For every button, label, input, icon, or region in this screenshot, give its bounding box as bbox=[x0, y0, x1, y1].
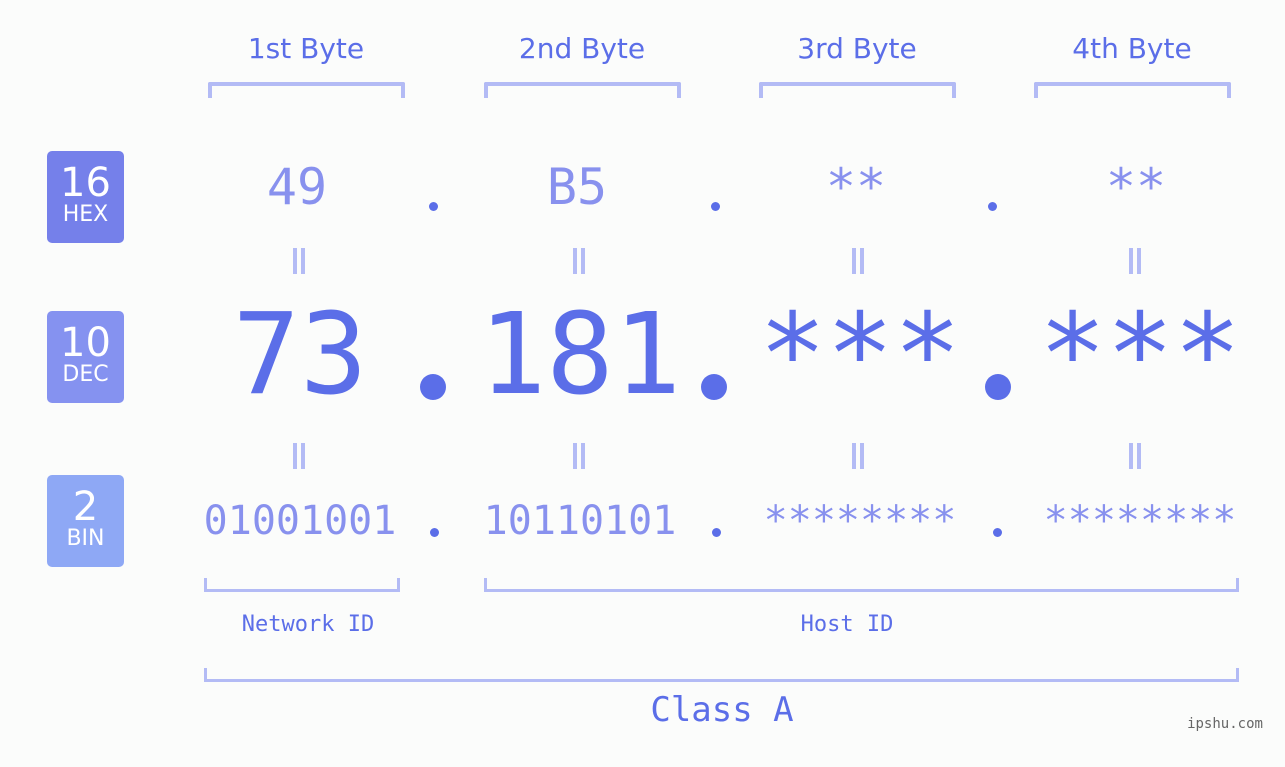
hex-badge-label: HEX bbox=[62, 202, 109, 227]
equals-icon bbox=[293, 443, 305, 469]
byte-bracket-1 bbox=[208, 82, 405, 98]
equals-icon bbox=[1129, 443, 1141, 469]
dec-badge: 10 DEC bbox=[47, 311, 124, 403]
bin-badge: 2 BIN bbox=[47, 475, 124, 567]
dec-separator-1 bbox=[420, 374, 446, 400]
host-id-bracket bbox=[484, 578, 1239, 592]
bin-value-2: 10110101 bbox=[483, 498, 677, 544]
byte-header-2: 2nd Byte bbox=[518, 32, 646, 65]
byte-bracket-2 bbox=[484, 82, 681, 98]
class-bracket bbox=[204, 668, 1239, 682]
dec-badge-label: DEC bbox=[62, 362, 109, 387]
byte-bracket-3 bbox=[759, 82, 956, 98]
equals-icon bbox=[852, 248, 864, 274]
dec-value-3: *** bbox=[758, 290, 962, 420]
class-label: Class A bbox=[650, 690, 794, 730]
bin-value-4: ******** bbox=[1043, 498, 1237, 544]
byte-bracket-4 bbox=[1034, 82, 1231, 98]
dec-separator-2 bbox=[701, 374, 727, 400]
bin-value-1: 01001001 bbox=[203, 498, 397, 544]
byte-header-4: 4th Byte bbox=[1072, 32, 1192, 65]
hex-value-4: ** bbox=[1105, 158, 1167, 216]
bin-separator-3 bbox=[993, 528, 1002, 537]
hex-separator-3 bbox=[988, 202, 997, 211]
equals-icon bbox=[293, 248, 305, 274]
hex-badge-number: 16 bbox=[60, 160, 111, 206]
equals-icon bbox=[573, 443, 585, 469]
dec-value-4: *** bbox=[1038, 290, 1242, 420]
bin-badge-number: 2 bbox=[72, 484, 99, 530]
equals-icon bbox=[852, 443, 864, 469]
dec-value-2: 181 bbox=[478, 290, 682, 420]
equals-icon bbox=[573, 248, 585, 274]
bin-value-3: ******** bbox=[763, 498, 957, 544]
byte-header-3: 3rd Byte bbox=[797, 32, 917, 65]
network-id-bracket bbox=[204, 578, 400, 592]
dec-badge-number: 10 bbox=[60, 320, 111, 366]
hex-value-2: B5 bbox=[546, 158, 608, 216]
hex-badge: 16 HEX bbox=[47, 151, 124, 243]
bin-badge-label: BIN bbox=[66, 526, 105, 551]
dec-separator-3 bbox=[985, 374, 1011, 400]
watermark: ipshu.com bbox=[1187, 716, 1263, 732]
bin-separator-1 bbox=[430, 528, 439, 537]
host-id-label: Host ID bbox=[800, 612, 894, 637]
hex-separator-2 bbox=[711, 202, 720, 211]
hex-value-3: ** bbox=[825, 158, 887, 216]
network-id-label: Network ID bbox=[241, 612, 375, 637]
byte-header-1: 1st Byte bbox=[247, 32, 365, 65]
bin-separator-2 bbox=[712, 528, 721, 537]
equals-icon bbox=[1129, 248, 1141, 274]
hex-separator-1 bbox=[429, 202, 438, 211]
dec-value-1: 73 bbox=[232, 290, 368, 420]
hex-value-1: 49 bbox=[266, 158, 328, 216]
